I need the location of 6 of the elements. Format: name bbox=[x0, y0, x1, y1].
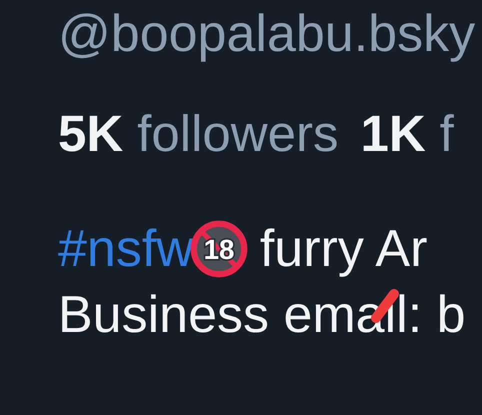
stat-label: f bbox=[440, 104, 454, 164]
stat-count: 1K bbox=[360, 104, 426, 164]
stat-count: 5K bbox=[58, 104, 124, 164]
profile-handle: @boopalabu.bsky bbox=[58, 4, 476, 64]
stat-label: followers bbox=[137, 104, 338, 164]
bio-text: furry Ar bbox=[260, 219, 428, 280]
